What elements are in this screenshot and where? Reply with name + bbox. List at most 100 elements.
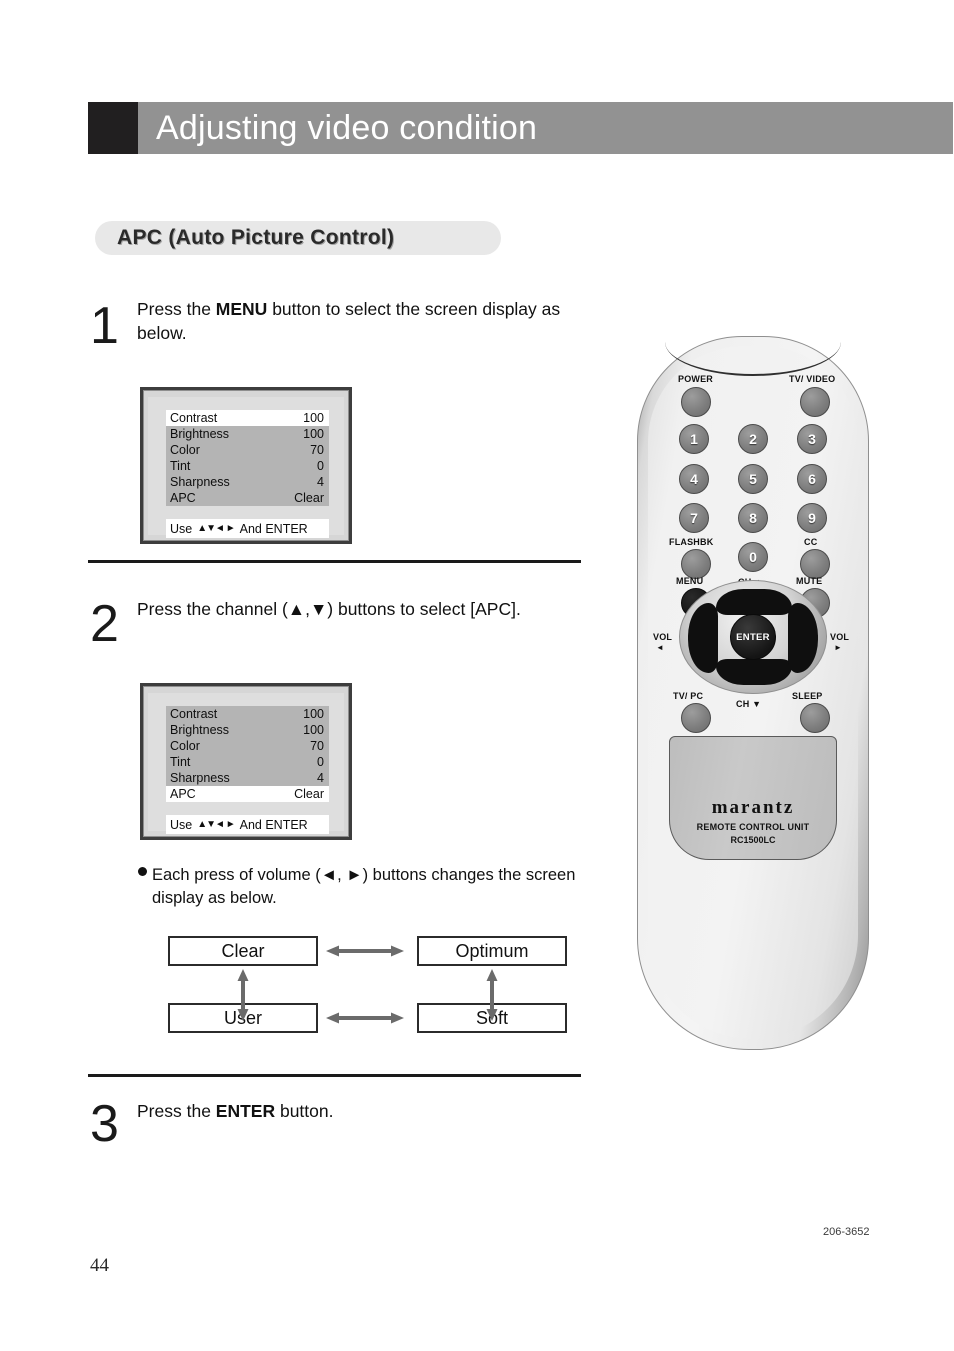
osd-menu-1-rows: Contrast 100 Brightness 100 Color 70 Tin… (166, 410, 329, 506)
osd-row-label: Sharpness (170, 771, 230, 785)
remote-button-tv-pc[interactable] (681, 703, 711, 733)
remote-button-2[interactable]: 2 (738, 424, 768, 454)
osd-footer-enter-label: And ENTER (239, 817, 308, 832)
step-1-text: Press the MENU button to select the scre… (137, 299, 561, 343)
osd-row-contrast[interactable]: Contrast 100 (166, 410, 329, 426)
mode-box-optimum[interactable]: Optimum (417, 936, 567, 966)
remote-button-cc[interactable] (800, 549, 830, 579)
header-bar: Adjusting video condition (138, 102, 953, 154)
mode-box-optimum-label: Optimum (455, 940, 529, 961)
step-2-number: 2 (90, 595, 119, 653)
remote-dpad-left[interactable] (688, 603, 718, 673)
volume-note: Each press of volume (◄, ►) buttons chan… (138, 864, 582, 910)
step-1-number: 1 (90, 297, 119, 355)
osd-row-label: Tint (170, 755, 191, 769)
step-3-button-name: ENTER (215, 1101, 276, 1121)
section-divider-2 (88, 1074, 581, 1077)
osd-row-value: 100 (303, 723, 324, 737)
remote-brand-subtitle: REMOTE CONTROL UNIT (696, 822, 810, 832)
remote-button-flashbk[interactable] (681, 549, 711, 579)
remote-label-vol-left: VOL (653, 632, 673, 642)
osd-row-color[interactable]: Color 70 (166, 442, 329, 458)
osd-row-label: Color (170, 739, 200, 753)
arrow-clear-user-icon (237, 969, 249, 1021)
remote-dpad-up[interactable] (716, 589, 792, 615)
step-1-button-name: MENU (215, 299, 268, 319)
remote-button-sleep[interactable] (800, 703, 830, 733)
step-3-text: Press the ENTER button. (137, 1101, 334, 1121)
osd-row-label: Tint (170, 459, 191, 473)
remote-branding: marantz REMOTE CONTROL UNIT RC1500LC (637, 797, 869, 845)
remote-dpad-right[interactable] (788, 603, 818, 673)
osd-row-brightness[interactable]: Brightness 100 (166, 722, 329, 738)
remote-button-4[interactable]: 4 (679, 464, 709, 494)
remote-button-1[interactable]: 1 (679, 424, 709, 454)
osd-row-value: 0 (317, 459, 324, 473)
bullet-dot-icon (138, 867, 147, 876)
remote-button-0[interactable]: 0 (738, 542, 768, 572)
osd-row-brightness[interactable]: Brightness 100 (166, 426, 329, 442)
remote-label-vol-right-arrow-icon: ► (834, 643, 843, 652)
osd-footer-enter-label: And ENTER (239, 521, 308, 536)
osd-row-value: 70 (310, 739, 324, 753)
osd-row-label: Sharpness (170, 475, 230, 489)
osd-row-label: Brightness (170, 427, 230, 441)
page-header: Adjusting video condition (88, 102, 953, 154)
section-heading: APC (Auto Picture Control) (95, 221, 501, 255)
osd-row-value: 100 (303, 707, 324, 721)
osd-row-tint[interactable]: Tint 0 (166, 754, 329, 770)
remote-button-tv-video[interactable] (800, 387, 830, 417)
osd-row-value: Clear (294, 787, 324, 801)
step-2-text: Press the channel (▲,▼) buttons to selec… (137, 599, 521, 619)
osd-menu-2: Contrast 100 Brightness 100 Color 70 Tin… (140, 683, 352, 840)
remote-button-5[interactable]: 5 (738, 464, 768, 494)
remote-label-menu: MENU (676, 576, 704, 586)
remote-label-tv-pc: TV/ PC (673, 691, 704, 701)
section-heading-label: APC (Auto Picture Control) (117, 226, 395, 249)
osd-row-sharpness[interactable]: Sharpness 4 (166, 770, 329, 786)
remote-button-enter[interactable]: ENTER (730, 614, 776, 660)
remote-button-6[interactable]: 6 (797, 464, 827, 494)
osd-row-apc[interactable]: APC Clear (166, 786, 329, 802)
osd-row-value: 70 (310, 443, 324, 457)
remote-button-3[interactable]: 3 (797, 424, 827, 454)
osd-row-contrast[interactable]: Contrast 100 (166, 706, 329, 722)
osd-menu-2-rows: Contrast 100 Brightness 100 Color 70 Tin… (166, 706, 329, 802)
arrow-clear-optimum-icon (326, 945, 404, 957)
remote-label-flashbk: FLASHBK (669, 537, 714, 547)
osd-menu-1-footer: Use ▲▼◄ ► And ENTER (166, 519, 329, 538)
remote-dpad: ENTER (679, 580, 827, 694)
remote-button-7[interactable]: 7 (679, 503, 709, 533)
osd-row-label: APC (170, 787, 196, 801)
page-title: Adjusting video condition (156, 109, 538, 147)
osd-footer-arrows-icon: ▲▼◄ ► (197, 523, 235, 534)
remote-control-illustration: POWER TV/ VIDEO 1 2 3 4 5 6 7 8 9 FLASHB… (637, 336, 869, 1050)
remote-brand-name: marantz (711, 797, 795, 818)
osd-row-value: 100 (303, 427, 324, 441)
osd-row-label: Color (170, 443, 200, 457)
remote-dpad-down[interactable] (716, 659, 792, 685)
remote-label-ch-down: CH ▼ (736, 699, 762, 709)
osd-row-sharpness[interactable]: Sharpness 4 (166, 474, 329, 490)
arrow-user-soft-icon (326, 1012, 404, 1024)
osd-row-apc[interactable]: APC Clear (166, 490, 329, 506)
osd-row-tint[interactable]: Tint 0 (166, 458, 329, 474)
page-number: 44 (90, 1255, 109, 1276)
osd-menu-2-footer: Use ▲▼◄ ► And ENTER (166, 815, 329, 834)
remote-label-cc: CC (804, 537, 818, 547)
osd-row-value: 0 (317, 755, 324, 769)
remote-button-power[interactable] (681, 387, 711, 417)
osd-row-color[interactable]: Color 70 (166, 738, 329, 754)
osd-row-value: Clear (294, 491, 324, 505)
remote-button-8[interactable]: 8 (738, 503, 768, 533)
remote-label-vol-right: VOL (830, 632, 850, 642)
remote-label-sleep: SLEEP (792, 691, 823, 701)
osd-row-label: Brightness (170, 723, 230, 737)
step-3-number: 3 (90, 1095, 119, 1153)
remote-label-tv-video: TV/ VIDEO (789, 374, 836, 384)
remote-button-9[interactable]: 9 (797, 503, 827, 533)
remote-label-mute: MUTE (796, 576, 823, 586)
mode-box-clear[interactable]: Clear (168, 936, 318, 966)
document-code: 206-3652 (823, 1226, 870, 1238)
osd-footer-arrows-icon: ▲▼◄ ► (197, 819, 235, 830)
